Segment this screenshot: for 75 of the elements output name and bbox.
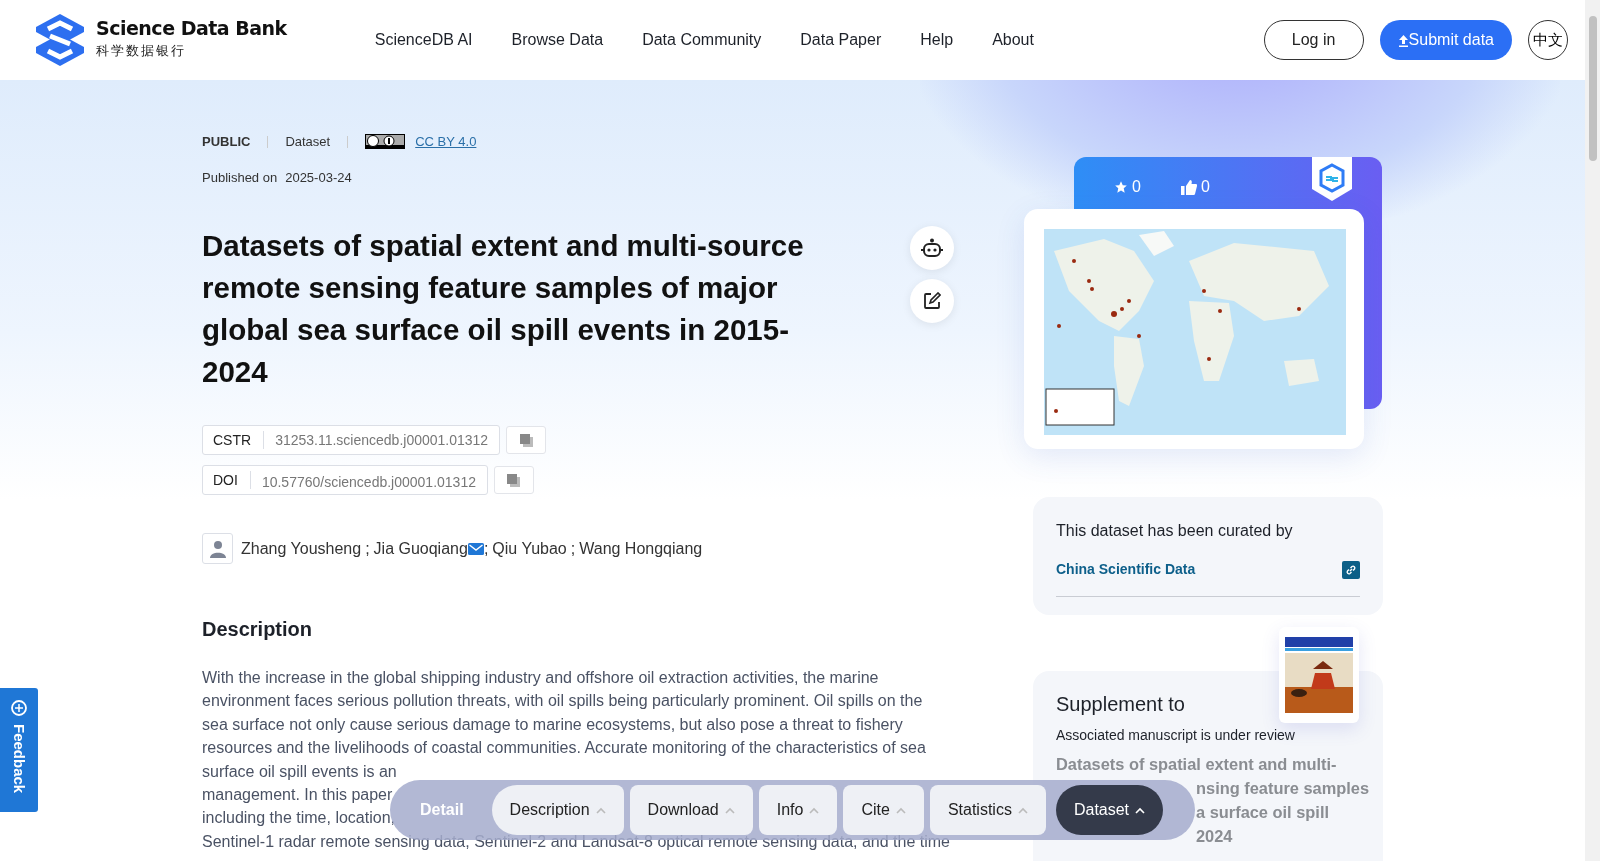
badge-icon bbox=[1312, 157, 1352, 201]
login-button[interactable]: Log in bbox=[1263, 20, 1364, 60]
section-heading: Description bbox=[202, 617, 314, 642]
star-icon bbox=[1114, 180, 1128, 194]
caret-icon bbox=[724, 806, 735, 814]
nav-link[interactable]: ScienceDB AI bbox=[374, 28, 473, 52]
feedback-tab[interactable]: Feedback bbox=[0, 688, 38, 812]
access-label: PUBLIC bbox=[202, 133, 251, 151]
bar-label: Detail bbox=[420, 800, 464, 820]
author-link[interactable]: Zhang Yousheng bbox=[241, 536, 362, 561]
description-text: Sentinel-1 radar remote sensing data, Sentinel-2 and Landsat-8 optical remote sensing data, and the time bbox=[202, 832, 950, 850]
edit-icon bbox=[923, 292, 941, 310]
license-link[interactable]: CC BY 4.0 bbox=[415, 132, 477, 152]
published-date: 2025-03-24 bbox=[285, 168, 352, 187]
manuscript-title: Datasets of spatial extent and multi- bbox=[1056, 755, 1337, 773]
nav-link[interactable]: Data Community bbox=[642, 28, 762, 52]
author-separator: ; bbox=[570, 538, 576, 559]
nav-link[interactable]: Data Paper bbox=[800, 28, 882, 52]
language-button[interactable]: 中文 bbox=[1528, 20, 1568, 60]
caret-icon bbox=[595, 806, 606, 814]
journal-link[interactable]: China Scientific Data bbox=[1056, 559, 1196, 580]
caret-icon bbox=[895, 806, 906, 814]
section-tab[interactable]: Statistics bbox=[929, 785, 1046, 835]
author-link[interactable]: Wang Hongqiang bbox=[579, 536, 703, 561]
manuscript-title: nsing feature samples bbox=[1196, 779, 1370, 797]
nav-link[interactable]: About bbox=[992, 28, 1034, 52]
section-tab[interactable]: Description bbox=[491, 785, 624, 835]
section-tab[interactable]: Download bbox=[629, 785, 753, 835]
scrollbar[interactable] bbox=[1585, 0, 1600, 861]
license-badge-icon bbox=[365, 134, 406, 150]
likes-count: 0 bbox=[1200, 177, 1210, 197]
robot-icon bbox=[921, 238, 943, 258]
mail-icon[interactable] bbox=[467, 542, 484, 555]
type-label: Dataset bbox=[285, 133, 331, 151]
caret-icon bbox=[809, 806, 820, 814]
copy-icon bbox=[507, 473, 521, 487]
logo-subtitle: 科学数据银行 bbox=[96, 42, 187, 61]
copy-button[interactable] bbox=[493, 466, 534, 494]
identifier-field: CSTR 31253.11.sciencedb.j00001.01312 bbox=[202, 425, 501, 455]
section-tab[interactable]: Dataset bbox=[1055, 785, 1164, 835]
author-link[interactable]: Qiu Yubao bbox=[492, 536, 567, 561]
favorites-count: 0 bbox=[1132, 177, 1141, 197]
identifier-field: DOI 10.57760/sciencedb.j00001.01312 bbox=[202, 465, 488, 495]
nav-link[interactable]: Browse Data bbox=[511, 28, 604, 52]
section-tab[interactable]: Info bbox=[758, 785, 838, 835]
description-text: With the increase in the global shipping industry and offshore oil extraction activities, the marine bbox=[202, 669, 879, 686]
thumbs-up-icon bbox=[1180, 179, 1197, 195]
copy-button[interactable] bbox=[506, 426, 547, 454]
author-avatar bbox=[202, 533, 233, 564]
author-separator: ; bbox=[365, 538, 370, 559]
link-icon[interactable] bbox=[1342, 560, 1360, 579]
manuscript-title: 2024 bbox=[1196, 827, 1233, 845]
description-text: sea surface not only cause serious damage to marine ecosystems, but also pose a threat to fishery bbox=[202, 715, 903, 733]
author-link[interactable]: Jia Guoqiang bbox=[373, 536, 468, 561]
submit-data-button[interactable]: Submit data bbox=[1379, 20, 1512, 60]
review-status: Associated manuscript is under review bbox=[1056, 726, 1296, 745]
section-heading: Supplement to bbox=[1056, 692, 1186, 717]
manuscript-title: a surface oil spill bbox=[1196, 803, 1329, 821]
dataset-title: Datasets of spatial extent and multi-source remote sensing feature samples of major global sea surface oil spill events in 2015-2024 bbox=[202, 228, 805, 390]
curation-text: This dataset has been curated by bbox=[1056, 521, 1294, 541]
description-text: including the time, location, bbox=[202, 809, 395, 827]
caret-icon bbox=[1135, 806, 1146, 814]
section-tab[interactable]: Cite bbox=[843, 785, 924, 835]
logo-title: Science Data Bank bbox=[96, 19, 287, 39]
caret-icon bbox=[1017, 806, 1028, 814]
feedback-icon bbox=[9, 698, 29, 718]
author-separator: ; bbox=[483, 538, 489, 559]
description-text: surface oil spill events is an bbox=[202, 762, 397, 780]
copy-icon bbox=[519, 433, 533, 447]
description-text: management. In this paper bbox=[202, 786, 393, 804]
description-text: environment faces serious pollution threats, with oil spills being particularly prominent. Oil spills on the bbox=[202, 692, 923, 710]
published-label: Published on bbox=[202, 168, 278, 187]
upload-icon bbox=[1397, 33, 1409, 47]
description-text: resources and the livelihoods of coastal communities. Accurate monitoring of the characteristics of sea bbox=[202, 739, 926, 757]
nav-link[interactable]: Help bbox=[920, 28, 954, 52]
